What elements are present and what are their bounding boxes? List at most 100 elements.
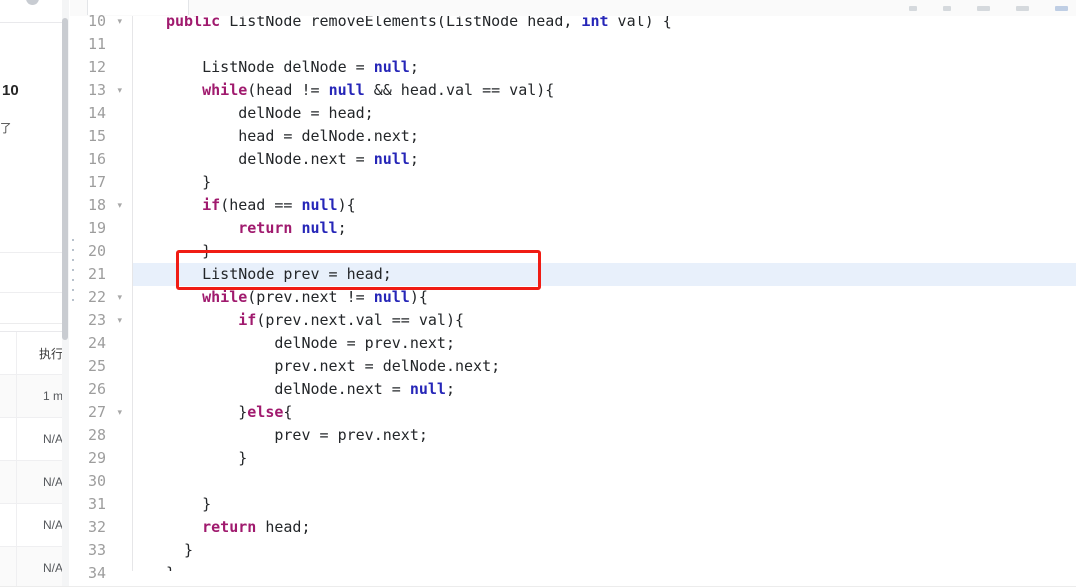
line-number[interactable]: 16 bbox=[88, 148, 106, 171]
token-plain: ){ bbox=[409, 288, 428, 306]
line-number[interactable]: 18 bbox=[88, 194, 106, 217]
token-plain: ; bbox=[409, 150, 419, 168]
code-line[interactable]: } bbox=[133, 240, 1076, 263]
stats-table-row: 1 m bbox=[0, 375, 62, 418]
code-line[interactable]: delNode.next = null; bbox=[133, 378, 1076, 401]
token-plain: (head != bbox=[247, 81, 329, 99]
beat-subtext: 交中击败了 bbox=[0, 123, 12, 135]
line-number[interactable]: 30 bbox=[88, 470, 106, 493]
line-number[interactable]: 25 bbox=[88, 355, 106, 378]
code-line[interactable]: } bbox=[133, 539, 1076, 562]
token-plain: (prev.next.val == val){ bbox=[256, 311, 465, 329]
code-line[interactable]: if(prev.next.val == val){ bbox=[133, 309, 1076, 332]
line-number[interactable]: 32 bbox=[88, 516, 106, 539]
stats-cell-left bbox=[0, 461, 17, 503]
line-number[interactable]: 12 bbox=[88, 56, 106, 79]
token-keyword: return bbox=[202, 518, 257, 536]
stats-cell-left bbox=[0, 547, 17, 587]
line-number[interactable]: 22 bbox=[88, 286, 106, 309]
avatar-icon bbox=[26, 0, 39, 5]
submission-result-card bbox=[0, 22, 62, 324]
token-type: null bbox=[373, 58, 410, 76]
line-number[interactable]: 13 bbox=[88, 79, 106, 102]
token-keyword: if bbox=[238, 311, 257, 329]
code-line[interactable]: } bbox=[133, 171, 1076, 194]
code-line[interactable] bbox=[133, 470, 1076, 493]
stats-table-row: N/A bbox=[0, 504, 62, 547]
line-number[interactable]: 34 bbox=[88, 562, 106, 585]
fold-arrow-icon[interactable]: ▾ bbox=[117, 401, 122, 424]
line-number[interactable]: 21 bbox=[88, 263, 106, 286]
token-type: null bbox=[301, 196, 338, 214]
code-line[interactable]: if(head == null){ bbox=[133, 194, 1076, 217]
line-number[interactable]: 10 bbox=[88, 10, 106, 33]
fold-arrow-icon[interactable]: ▾ bbox=[117, 10, 122, 33]
line-number[interactable]: 28 bbox=[88, 424, 106, 447]
code-line[interactable]: ListNode delNode = null; bbox=[133, 56, 1076, 79]
undo-icon[interactable] bbox=[943, 5, 951, 11]
code-line-text: ListNode prev = head; bbox=[133, 263, 392, 286]
code-line[interactable]: while(head != null && head.val == val){ bbox=[133, 79, 1076, 102]
token-plain: (head == bbox=[220, 196, 302, 214]
code-line[interactable]: }else{ bbox=[133, 401, 1076, 424]
code-line[interactable]: } bbox=[133, 562, 1076, 571]
code-editor: 10 ▾ 11 12 13 ▾ 14 15 16 17 18 ▾ 19 20 21 22 ▾ 23 ▾ 24 25 26 2… bbox=[70, 0, 1076, 587]
code-line[interactable]: delNode.next = null; bbox=[133, 148, 1076, 171]
token-keyword: return bbox=[238, 219, 293, 237]
line-number[interactable]: 20 bbox=[88, 240, 106, 263]
token-plain: prev.next = delNode.next; bbox=[166, 357, 501, 375]
stats-cell-left bbox=[0, 375, 17, 417]
code-line[interactable]: head = delNode.next; bbox=[133, 125, 1076, 148]
code-line[interactable]: prev.next = delNode.next; bbox=[133, 355, 1076, 378]
code-line[interactable]: delNode = prev.next; bbox=[133, 332, 1076, 355]
code-line[interactable]: prev = prev.next; bbox=[133, 424, 1076, 447]
line-number[interactable]: 17 bbox=[88, 171, 106, 194]
format-icon[interactable] bbox=[909, 5, 917, 11]
token-keyword: public bbox=[166, 16, 221, 30]
code-surface[interactable]: public ListNode removeElements(ListNode … bbox=[133, 16, 1076, 571]
line-number[interactable]: 33 bbox=[88, 539, 106, 562]
code-line[interactable] bbox=[133, 33, 1076, 56]
code-line[interactable]: while(prev.next != null){ bbox=[133, 286, 1076, 309]
line-number[interactable]: 19 bbox=[88, 217, 106, 240]
token-plain: && head.val == val){ bbox=[364, 81, 555, 99]
sidebar-scrollbar-thumb[interactable] bbox=[62, 18, 68, 340]
code-line[interactable]: delNode = head; bbox=[133, 102, 1076, 125]
token-plain: delNode.next = bbox=[166, 150, 374, 168]
reset-icon[interactable] bbox=[977, 5, 990, 11]
fold-arrow-icon[interactable]: ▾ bbox=[117, 79, 122, 102]
line-number[interactable]: 11 bbox=[88, 33, 106, 56]
fullscreen-icon[interactable] bbox=[1055, 5, 1068, 11]
code-line[interactable]: return null; bbox=[133, 217, 1076, 240]
code-line[interactable]: } bbox=[133, 447, 1076, 470]
code-line[interactable]: public ListNode removeElements(ListNode … bbox=[133, 16, 1076, 33]
code-line[interactable]: return head; bbox=[133, 516, 1076, 539]
line-number[interactable]: 27 bbox=[88, 401, 106, 424]
code-line[interactable]: } bbox=[133, 493, 1076, 516]
beat-value: 10 bbox=[2, 82, 19, 99]
fold-arrow-icon[interactable]: ▾ bbox=[117, 286, 122, 309]
stats-column-header: 执行 bbox=[38, 346, 62, 361]
left-sidebar: 击败了10 交中击败了 执行 1 m N/A N/A N/A N/A bbox=[0, 0, 62, 587]
line-number[interactable]: 31 bbox=[88, 493, 106, 516]
code-line-text: } bbox=[133, 493, 211, 516]
code-line-text: delNode.next = null; bbox=[133, 148, 419, 171]
token-keyword: else bbox=[247, 403, 284, 421]
fold-arrow-icon[interactable]: ▾ bbox=[117, 309, 122, 332]
code-line-text: } bbox=[133, 539, 193, 562]
code-line[interactable]: ListNode prev = head; bbox=[133, 263, 1076, 286]
line-number[interactable]: 15 bbox=[88, 125, 106, 148]
token-type: int bbox=[581, 16, 609, 30]
line-number[interactable]: 29 bbox=[88, 447, 106, 470]
code-line-text: while(prev.next != null){ bbox=[133, 286, 428, 309]
line-number[interactable]: 24 bbox=[88, 332, 106, 355]
token-plain: } bbox=[166, 449, 248, 467]
stats-cell-left bbox=[0, 418, 17, 460]
token-plain: ){ bbox=[337, 196, 356, 214]
line-number[interactable]: 14 bbox=[88, 102, 106, 125]
line-number[interactable]: 23 bbox=[88, 309, 106, 332]
settings-icon[interactable] bbox=[1016, 5, 1029, 11]
line-number[interactable]: 26 bbox=[88, 378, 106, 401]
fold-arrow-icon[interactable]: ▾ bbox=[117, 194, 122, 217]
